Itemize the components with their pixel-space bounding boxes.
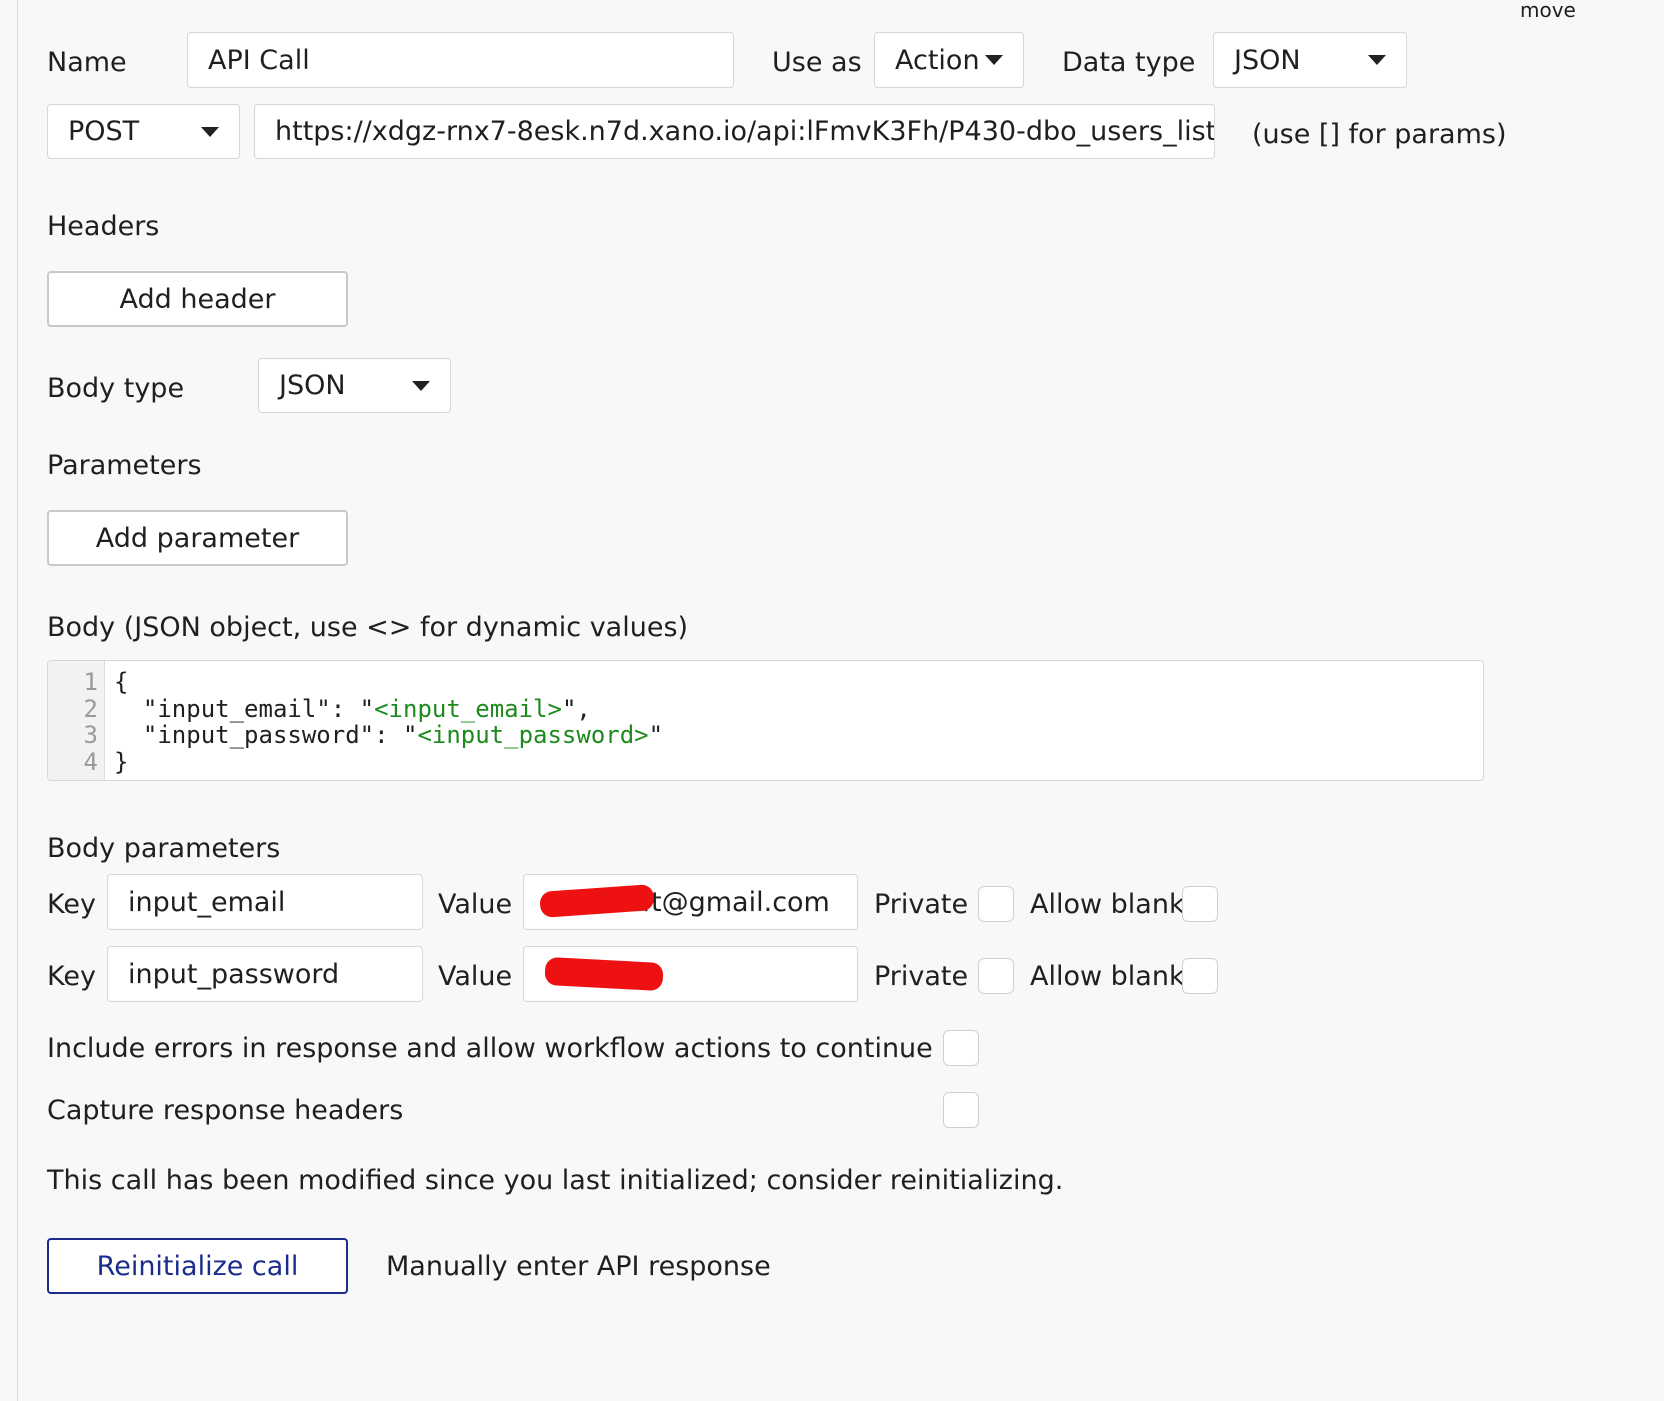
line-number: 2 <box>83 695 98 723</box>
body-type-value: JSON <box>279 370 346 401</box>
url-input-value: https://xdgz-rnx7-8esk.n7d.xano.io/api:l… <box>275 116 1215 147</box>
move-label[interactable]: move <box>1520 0 1576 20</box>
use-as-label: Use as <box>772 47 862 78</box>
panel-left-border <box>17 0 18 1401</box>
params-hint: (use [] for params) <box>1252 119 1507 150</box>
chevron-down-icon <box>985 55 1003 65</box>
code-line: } <box>114 748 129 776</box>
code-line: { <box>114 668 129 696</box>
allow-blank-label: Allow blank <box>1030 889 1185 920</box>
body-parameters-heading: Body parameters <box>47 833 281 864</box>
data-type-label: Data type <box>1062 47 1196 78</box>
name-input[interactable]: API Call <box>187 32 734 88</box>
line-number: 4 <box>83 748 98 776</box>
use-as-select[interactable]: Action <box>874 32 1024 88</box>
private-checkbox[interactable] <box>978 886 1014 922</box>
use-as-value: Action <box>895 44 980 76</box>
chevron-down-icon <box>412 380 430 391</box>
url-input[interactable]: https://xdgz-rnx7-8esk.n7d.xano.io/api:l… <box>254 104 1215 159</box>
parameters-heading: Parameters <box>47 450 202 481</box>
reinitialize-call-button[interactable]: Reinitialize call <box>47 1238 348 1294</box>
private-label: Private <box>874 961 969 992</box>
line-number: 3 <box>83 721 98 749</box>
capture-headers-label: Capture response headers <box>47 1095 404 1126</box>
key-input[interactable]: input_email <box>107 874 423 930</box>
key-input-value: input_password <box>128 958 340 990</box>
body-json-editor[interactable]: 1 2 3 4 { "input_email": "<input_email>"… <box>47 660 1484 781</box>
key-label: Key <box>47 889 96 920</box>
include-errors-checkbox[interactable] <box>943 1030 979 1066</box>
key-input-value: input_email <box>128 886 286 918</box>
modified-notice: This call has been modified since you la… <box>47 1165 1064 1196</box>
headers-heading: Headers <box>47 211 160 242</box>
body-type-select[interactable]: JSON <box>258 358 451 413</box>
value-input-value: ft@gmail.com <box>642 886 830 918</box>
private-label: Private <box>874 889 969 920</box>
private-checkbox[interactable] <box>978 958 1014 994</box>
line-number: 1 <box>83 668 98 696</box>
allow-blank-label: Allow blank <box>1030 961 1185 992</box>
allow-blank-checkbox[interactable] <box>1182 886 1218 922</box>
body-type-label: Body type <box>47 373 185 404</box>
code-line: "input_password": "<input_password>" <box>114 721 664 749</box>
value-label: Value <box>438 961 513 992</box>
data-type-select[interactable]: JSON <box>1213 32 1407 88</box>
add-parameter-button[interactable]: Add parameter <box>47 510 348 566</box>
chevron-down-icon <box>1368 55 1386 65</box>
key-label: Key <box>47 961 96 992</box>
body-heading: Body (JSON object, use <> for dynamic va… <box>47 612 689 643</box>
method-select[interactable]: POST <box>47 104 240 159</box>
include-errors-label: Include errors in response and allow wor… <box>47 1033 933 1064</box>
key-input[interactable]: input_password <box>107 946 423 1002</box>
value-label: Value <box>438 889 513 920</box>
code-line: "input_email": "<input_email>", <box>114 695 591 723</box>
name-label: Name <box>47 47 127 78</box>
manual-entry-link[interactable]: Manually enter API response <box>386 1253 771 1280</box>
capture-headers-checkbox[interactable] <box>943 1092 979 1128</box>
allow-blank-checkbox[interactable] <box>1182 958 1218 994</box>
add-header-button[interactable]: Add header <box>47 271 348 327</box>
line-number-gutter: 1 2 3 4 <box>48 661 105 780</box>
method-value: POST <box>68 116 140 147</box>
name-input-value: API Call <box>208 44 310 76</box>
chevron-down-icon <box>201 126 219 137</box>
data-type-value: JSON <box>1234 44 1301 76</box>
